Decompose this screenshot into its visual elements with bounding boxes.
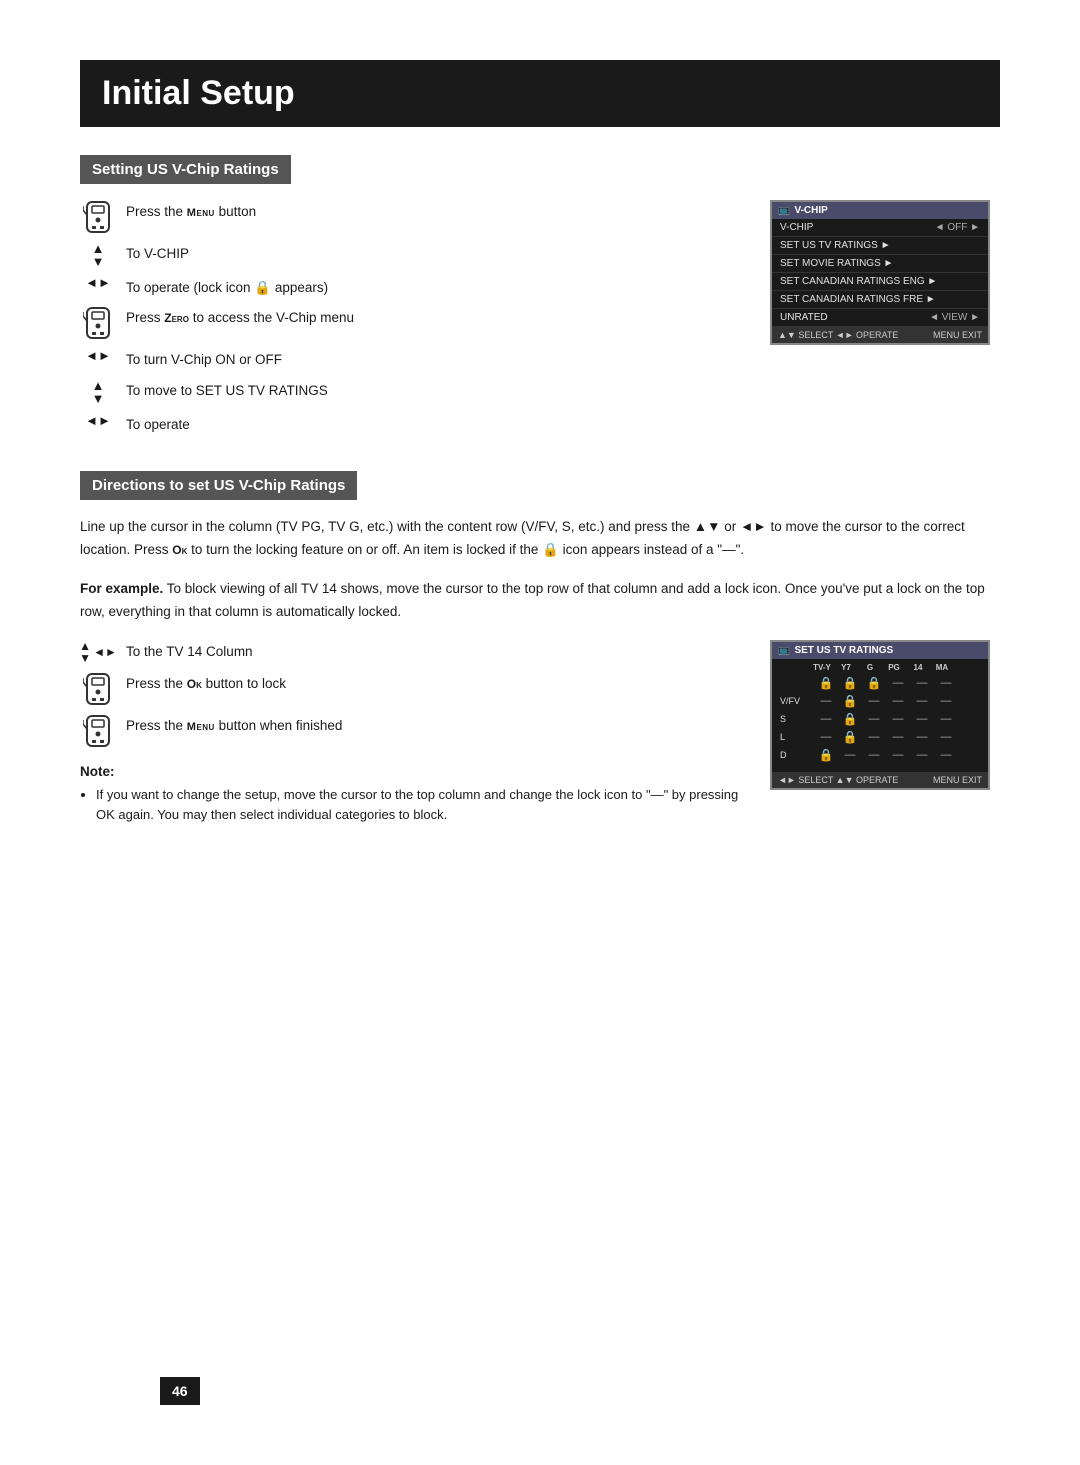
- directions-para1: Line up the cursor in the column (TV PG,…: [80, 516, 1000, 562]
- instruction-text-6: To move to SET US TV RATINGS: [126, 379, 740, 401]
- page-title: Initial Setup: [80, 60, 1000, 127]
- tv-ratings-screen-container: 📺 SET US TV RATINGS TV-Y Y7 G PG 14 MA: [770, 640, 1000, 790]
- remote-icon-1: [80, 200, 116, 234]
- section-vchip-ratings: Setting US V-Chip Ratings: [80, 155, 1000, 443]
- tv-screen-row-can-fre: SET CANADIAN RATINGS FRE ►: [772, 291, 988, 309]
- instruction-row-d2: Press the Ok button to lock: [80, 672, 740, 706]
- tv-screen-header: 📺 V-CHIP: [772, 202, 988, 219]
- tv-screen-row-ustv: SET US TV RATINGS ►: [772, 237, 988, 255]
- instruction-text-4: Press Zero to access the V-Chip menu: [126, 306, 740, 328]
- section1-tv-screen: 📺 V-CHIP V-CHIP ◄ OFF ► SET US TV RATING…: [770, 200, 1000, 345]
- tv-screen-row-unrated: UNRATED ◄ VIEW ►: [772, 309, 988, 327]
- instruction-row-1: Press the Menu button: [80, 200, 740, 234]
- remote-icon-d2: [80, 672, 116, 706]
- updown-icon-1: ▲ ▼: [80, 242, 116, 268]
- leftright-icon-2: ◄ ►: [80, 348, 116, 363]
- tv-screen-footer: ▲▼ SELECT ◄► OPERATE MENU EXIT: [772, 327, 988, 343]
- remote-icon-d3: [80, 714, 116, 748]
- instruction-text-3: To operate (lock icon 🔒 appears): [126, 276, 740, 298]
- leftright-icon-1: ◄ ►: [80, 276, 116, 289]
- tv-screen-row-can-eng: SET CANADIAN RATINGS ENG ►: [772, 273, 988, 291]
- note-item-1: If you want to change the setup, move th…: [96, 785, 740, 827]
- updown-icon-2: ▲ ▼: [80, 379, 116, 405]
- directions-left: ▲ ▼ ◄ ► To the TV 14 Column: [80, 640, 740, 831]
- instruction-row-3: ◄ ► To operate (lock icon 🔒 appears): [80, 276, 740, 298]
- leftright-icon-3: ◄ ►: [80, 413, 116, 428]
- note-section: Note: If you want to change the setup, m…: [80, 764, 740, 827]
- page-number: 46: [160, 1377, 200, 1405]
- note-title: Note:: [80, 764, 740, 779]
- section2-header: Directions to set US V-Chip Ratings: [80, 471, 357, 500]
- tv-ratings-header: 📺 SET US TV RATINGS: [772, 642, 988, 659]
- instruction-row-d3: Press the Menu button when finished: [80, 714, 740, 748]
- instruction-row-d1: ▲ ▼ ◄ ► To the TV 14 Column: [80, 640, 740, 664]
- instruction-text-7: To operate: [126, 413, 740, 435]
- instruction-text-d2: Press the Ok button to lock: [126, 672, 740, 694]
- instruction-text-5: To turn V-Chip ON or OFF: [126, 348, 740, 370]
- note-list: If you want to change the setup, move th…: [80, 785, 740, 827]
- section1-header: Setting US V-Chip Ratings: [80, 155, 291, 184]
- instruction-text-2: To V-CHIP: [126, 242, 740, 264]
- instruction-text-1: Press the Menu button: [126, 200, 740, 222]
- instruction-row-6: ▲ ▼ To move to SET US TV RATINGS: [80, 379, 740, 405]
- tv-screen-row-vchip: V-CHIP ◄ OFF ►: [772, 219, 988, 237]
- instruction-row-7: ◄ ► To operate: [80, 413, 740, 435]
- instruction-row-2: ▲ ▼ To V-CHIP: [80, 242, 740, 268]
- tv-screen-row-movie: SET MOVIE RATINGS ►: [772, 255, 988, 273]
- instruction-row-5: ◄ ► To turn V-Chip ON or OFF: [80, 348, 740, 370]
- instruction-row-4: Press Zero to access the V-Chip menu: [80, 306, 740, 340]
- combo-arrows-icon: ▲ ▼ ◄ ►: [80, 640, 116, 664]
- instruction-text-d3: Press the Menu button when finished: [126, 714, 740, 736]
- directions-para2: For example. To block viewing of all TV …: [80, 578, 1000, 624]
- instruction-text-d1: To the TV 14 Column: [126, 640, 740, 662]
- tv-ratings-footer: ◄► SELECT ▲▼ OPERATE MENU EXIT: [772, 772, 988, 788]
- section1-instructions: Press the Menu button ▲ ▼ To V-CHIP: [80, 200, 740, 443]
- remote-icon-2: [80, 306, 116, 340]
- section-directions: Directions to set US V-Chip Ratings Line…: [80, 471, 1000, 830]
